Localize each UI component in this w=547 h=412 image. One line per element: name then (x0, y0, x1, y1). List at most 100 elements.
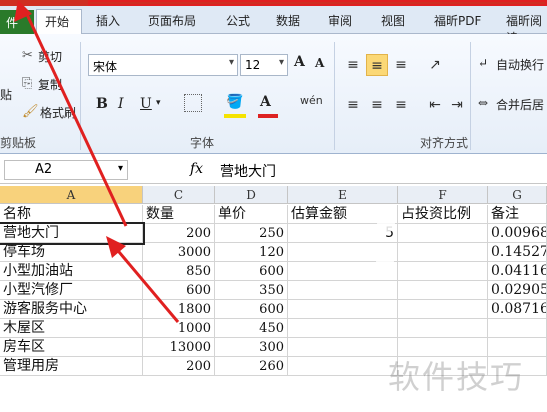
cell-d[interactable]: 250 (215, 224, 288, 243)
cell-e[interactable] (288, 243, 398, 262)
cell-g[interactable]: 0.04116 (488, 262, 547, 281)
name-box[interactable]: A2 ▾ (4, 160, 128, 180)
cell-g[interactable]: 0.02905 (488, 281, 547, 300)
cell-c[interactable]: 3000 (143, 243, 215, 262)
tab-foxit-pdf[interactable]: 福昕PDF (434, 12, 481, 29)
column-header-c[interactable]: C (143, 186, 215, 204)
cell-c[interactable]: 1800 (143, 300, 215, 319)
align-middle-icon[interactable]: ≡ (366, 54, 388, 76)
phonetic-button[interactable]: wén (300, 94, 323, 107)
format-painter-button[interactable]: 格式刷 (40, 104, 76, 121)
cell-a[interactable]: 营地大门 (0, 222, 145, 245)
cell-a[interactable]: 管理用房 (0, 357, 143, 376)
cell-c[interactable]: 200 (143, 357, 215, 376)
cell-e[interactable] (288, 300, 398, 319)
cut-button[interactable]: 剪切 (38, 48, 62, 65)
separator (334, 42, 335, 150)
cell-f[interactable] (398, 243, 488, 262)
cell-e[interactable]: 5 (288, 224, 398, 243)
clipboard-group-label: 剪贴板 (0, 136, 37, 150)
cell-f[interactable] (398, 224, 488, 243)
cell-e[interactable] (288, 281, 398, 300)
cell-d[interactable]: 600 (215, 300, 288, 319)
cell-c[interactable]: 600 (143, 281, 215, 300)
column-header-f[interactable]: F (398, 186, 488, 204)
cell-a[interactable]: 小型汽修厂 (0, 281, 143, 300)
cell-g[interactable]: 0.08716 (488, 300, 547, 319)
align-bottom-icon[interactable]: ≡ (390, 54, 412, 76)
wrap-text-icon: ↵ (478, 56, 489, 70)
header-cell-f[interactable]: 占投资比例 (398, 205, 488, 224)
chevron-down-icon: ▾ (278, 57, 284, 68)
border-button[interactable] (184, 94, 202, 112)
cell-d[interactable]: 300 (215, 338, 288, 357)
fill-color-icon[interactable]: 🪣 (226, 94, 243, 110)
cell-e[interactable] (288, 319, 398, 338)
cell-a[interactable]: 房车区 (0, 338, 143, 357)
decrease-indent-icon[interactable]: ⇤ (424, 94, 446, 116)
header-cell-a[interactable]: 名称 (0, 205, 143, 224)
column-header-e[interactable]: E (288, 186, 398, 204)
tab-insert[interactable]: 插入 (96, 12, 120, 29)
cell-c[interactable]: 1000 (143, 319, 215, 338)
cell-d[interactable]: 450 (215, 319, 288, 338)
column-header-g[interactable]: G (488, 186, 547, 204)
cell-d[interactable]: 600 (215, 262, 288, 281)
cell-a[interactable]: 停车场 (0, 243, 143, 262)
align-right-icon[interactable]: ≡ (390, 94, 412, 116)
cell-d[interactable]: 120 (215, 243, 288, 262)
header-cell-c[interactable]: 数量 (143, 205, 215, 224)
insert-function-button[interactable]: fx (190, 161, 203, 177)
formula-bar: A2 ▾ fx 营地大门 (0, 156, 547, 184)
header-cell-e[interactable]: 估算金额 (288, 205, 398, 224)
font-size-value: 12 (245, 58, 261, 72)
header-cell-g[interactable]: 备注 (488, 205, 547, 224)
tab-view[interactable]: 视图 (381, 12, 405, 29)
italic-button[interactable]: I (118, 96, 124, 112)
align-top-icon[interactable]: ≡ (342, 54, 364, 76)
underline-button[interactable]: U (140, 96, 152, 112)
align-left-icon[interactable]: ≡ (342, 94, 364, 116)
orientation-icon[interactable]: ↗ (424, 54, 446, 76)
cell-f[interactable] (398, 262, 488, 281)
cell-f[interactable] (398, 300, 488, 319)
shrink-font-button[interactable]: A (315, 56, 324, 70)
cell-g[interactable]: 0.14527 (488, 243, 547, 262)
bold-button[interactable]: B (96, 96, 108, 112)
font-color-button[interactable]: A (260, 94, 271, 110)
cell-g[interactable]: 0.00968 (488, 224, 547, 243)
cell-c[interactable]: 13000 (143, 338, 215, 357)
tab-formulas[interactable]: 公式 (226, 12, 250, 29)
column-header-a[interactable]: A (0, 186, 143, 204)
tab-review[interactable]: 审阅 (328, 12, 352, 29)
tab-data[interactable]: 数据 (276, 12, 300, 29)
formula-input[interactable]: 营地大门 (220, 161, 276, 181)
font-size-combo[interactable]: 12 ▾ (240, 54, 288, 76)
cell-e[interactable] (288, 262, 398, 281)
cell-f[interactable] (398, 281, 488, 300)
increase-indent-icon[interactable]: ⇥ (446, 94, 468, 116)
paste-button[interactable]: 贴 (0, 86, 12, 103)
cell-e[interactable] (288, 338, 398, 357)
copy-button[interactable]: 复制 (38, 76, 62, 93)
grow-font-button[interactable]: A (294, 54, 305, 70)
cell-a[interactable]: 木屋区 (0, 319, 143, 338)
cell-a[interactable]: 游客服务中心 (0, 300, 143, 319)
cell-d[interactable]: 350 (215, 281, 288, 300)
cell-e[interactable] (288, 357, 398, 376)
tab-page-layout[interactable]: 页面布局 (148, 12, 196, 29)
cell-c[interactable]: 850 (143, 262, 215, 281)
wrap-text-button[interactable]: 自动换行 (496, 56, 544, 73)
cell-c[interactable]: 200 (143, 224, 215, 243)
tab-file[interactable]: 件 (0, 10, 34, 34)
cell-d[interactable]: 260 (215, 357, 288, 376)
header-cell-d[interactable]: 单价 (215, 205, 288, 224)
font-name-combo[interactable]: 宋体 ▾ (88, 54, 238, 76)
cell-f[interactable] (398, 319, 488, 338)
align-center-icon[interactable]: ≡ (366, 94, 388, 116)
tab-home[interactable]: 开始 (36, 9, 82, 35)
cell-g[interactable] (488, 319, 547, 338)
column-header-d[interactable]: D (215, 186, 288, 204)
cell-a[interactable]: 小型加油站 (0, 262, 143, 281)
merge-center-button[interactable]: 合并后居 (496, 96, 544, 113)
